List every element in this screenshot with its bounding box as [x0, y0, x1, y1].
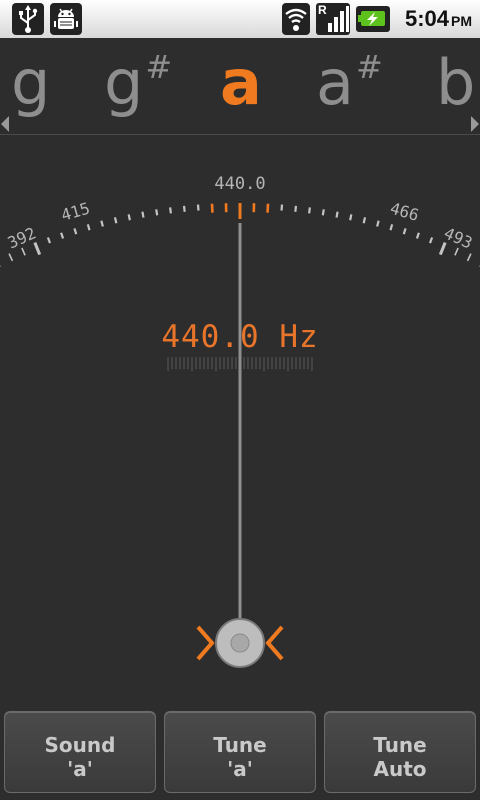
- scale-label-493: 493: [441, 223, 475, 252]
- clock-ampm: PM: [451, 13, 472, 29]
- gauge-tick: [389, 224, 394, 231]
- gauge-tick: [127, 214, 131, 221]
- gauge-tick: [100, 220, 104, 227]
- gauge-tick: [362, 217, 367, 224]
- battery-charging-icon: [356, 6, 390, 32]
- gauge-tick: [141, 211, 145, 218]
- button-label-line2: 'a': [67, 757, 93, 781]
- scale-label-466: 466: [388, 199, 421, 225]
- note-g[interactable]: g: [11, 48, 50, 118]
- gauge-tick: [438, 241, 447, 256]
- frequency-readout: 440.0 Hz: [161, 319, 319, 355]
- gauge-tick: [46, 237, 52, 244]
- gauge-tick: [376, 220, 380, 227]
- gauge-tick: [349, 214, 353, 221]
- gauge-tick: [169, 207, 172, 214]
- tune-auto-button[interactable]: Tune Auto: [324, 711, 476, 793]
- usb-icon: [12, 3, 44, 35]
- gauge-tick: [33, 241, 42, 256]
- status-bar: R 5:04 PM: [0, 0, 480, 39]
- gauge-tick: [308, 207, 311, 214]
- note-letter: a: [220, 46, 262, 119]
- gauge-tick: [454, 247, 459, 256]
- gauge-tick: [466, 253, 472, 262]
- scale-label-415: 415: [59, 199, 92, 225]
- gauge-tick: [86, 224, 91, 231]
- gauge-tick: [182, 205, 186, 212]
- tuner-gauge: 440.0 392 415 466 493 440.0 Hz: [0, 135, 480, 705]
- scroll-right-arrow-icon[interactable]: [471, 116, 479, 132]
- button-label-line1: Sound: [44, 733, 116, 757]
- gauge-tick: [402, 228, 407, 235]
- signal-roaming-icon: R: [316, 3, 350, 35]
- note-selector[interactable]: g g# a a# b: [0, 38, 480, 135]
- gauge-tick: [21, 247, 26, 256]
- scale-center-label: 440.0: [214, 174, 265, 194]
- scroll-left-arrow-icon[interactable]: [1, 116, 9, 132]
- gauge-dial: 440.0 392 415 466 493: [0, 174, 480, 668]
- sharp-sign: #: [356, 48, 383, 86]
- note-letter: a: [316, 46, 354, 119]
- gauge-tick: [60, 232, 65, 239]
- gauge-tick: [294, 205, 298, 212]
- note-letter: g: [11, 46, 51, 119]
- status-clock: 5:04 PM: [405, 5, 472, 33]
- button-label-line2: Auto: [373, 757, 427, 781]
- scale-label-392: 392: [5, 223, 39, 252]
- button-label-line1: Tune: [213, 733, 267, 757]
- gauge-tick: [155, 209, 159, 216]
- needle-pivot: [196, 618, 284, 668]
- note-a-selected[interactable]: a: [220, 48, 262, 118]
- gauge-tick: [8, 253, 14, 262]
- sound-a-button[interactable]: Sound 'a': [4, 711, 156, 793]
- button-label-line2: 'a': [227, 757, 253, 781]
- note-g-sharp[interactable]: g#: [104, 48, 172, 128]
- roaming-label: R: [318, 3, 327, 17]
- note-letter: b: [436, 46, 476, 119]
- android-debug-icon: [50, 3, 82, 35]
- gauge-tick: [428, 237, 434, 244]
- gauge-tick: [73, 228, 78, 235]
- clock-time: 5:04: [404, 6, 449, 31]
- gauge-tick: [321, 209, 325, 216]
- gauge-tick: [415, 232, 420, 239]
- note-a-sharp[interactable]: a#: [316, 48, 383, 128]
- note-letter: g: [104, 46, 144, 119]
- gauge-tick: [113, 217, 118, 224]
- sharp-sign: #: [145, 48, 173, 86]
- bottom-button-bar: Sound 'a' Tune 'a' Tune Auto: [0, 705, 480, 800]
- tune-a-button[interactable]: Tune 'a': [164, 711, 316, 793]
- note-b[interactable]: b: [436, 48, 475, 118]
- gauge-tick: [335, 211, 339, 218]
- button-label-line1: Tune: [373, 733, 427, 757]
- wifi-icon: [282, 3, 310, 35]
